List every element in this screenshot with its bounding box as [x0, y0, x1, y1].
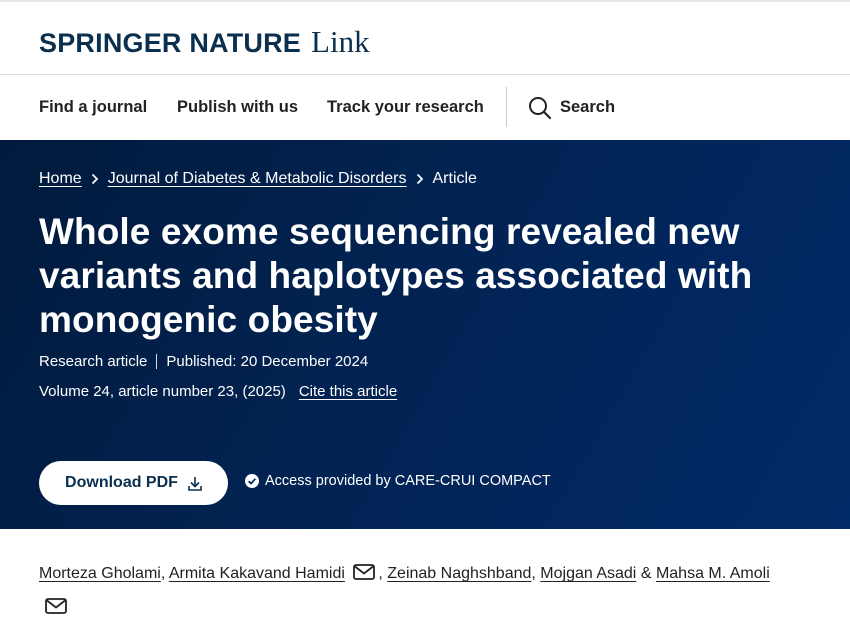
meta-separator: [156, 354, 158, 369]
author-link[interactable]: Zeinab Naghshband: [387, 565, 531, 582]
author-separator: ,: [160, 565, 166, 582]
published-date: Published: 20 December 2024: [166, 353, 369, 370]
breadcrumb-home[interactable]: Home: [39, 170, 82, 188]
nav-publish-with-us[interactable]: Publish with us: [177, 75, 298, 140]
author-separator: &: [640, 565, 652, 582]
author-link[interactable]: Morteza Gholami: [39, 565, 161, 582]
logo-wordmark: SPRINGER NATURE: [39, 28, 302, 58]
nav-track-research[interactable]: Track your research: [327, 75, 484, 140]
volume-text: Volume 24, article number 23, (2025): [39, 383, 286, 400]
access-text: Access provided by CARE-CRUI COMPACT: [265, 473, 551, 489]
download-pdf-label: Download PDF: [65, 474, 178, 491]
email-icon[interactable]: [353, 563, 376, 580]
search-button[interactable]: Search: [528, 75, 615, 140]
author-link[interactable]: Armita Kakavand Hamidi: [169, 565, 345, 582]
logo-product: Link: [311, 24, 370, 59]
main-nav: Find a journal Publish with us Track you…: [0, 75, 850, 140]
volume-info: Volume 24, article number 23, (2025) Cite…: [39, 383, 397, 400]
article-title: Whole exome sequencing revealed new vari…: [39, 211, 753, 340]
email-icon[interactable]: [45, 597, 67, 614]
nav-find-journal[interactable]: Find a journal: [39, 75, 147, 140]
breadcrumb-current: Article: [432, 170, 477, 187]
springer-nature-link-logo[interactable]: SPRINGER NATURE Link: [39, 24, 370, 60]
brand-header: SPRINGER NATURE Link: [0, 2, 850, 74]
chevron-right-icon: [91, 173, 98, 185]
search-icon: [529, 96, 552, 119]
article-type: Research article: [39, 353, 148, 370]
access-notice: Access provided by CARE-CRUI COMPACT: [245, 473, 551, 489]
chevron-right-icon: [416, 173, 423, 185]
author-separator: ,: [378, 565, 383, 582]
article-hero: Home Journal of Diabetes & Metabolic Dis…: [0, 140, 850, 529]
breadcrumb: Home Journal of Diabetes & Metabolic Dis…: [39, 170, 477, 188]
nav-separator: [506, 87, 507, 127]
author-link[interactable]: Mojgan Asadi: [540, 565, 636, 582]
check-circle-icon: [245, 474, 259, 488]
download-icon: [188, 476, 202, 491]
search-label: Search: [560, 98, 616, 116]
author-separator: ,: [531, 565, 536, 582]
article-meta: Research article Published: 20 December …: [39, 353, 368, 370]
author-list: Morteza Gholami, Armita Kakavand Hamidi …: [39, 557, 829, 623]
breadcrumb-journal[interactable]: Journal of Diabetes & Metabolic Disorder…: [108, 170, 407, 188]
author-link[interactable]: Mahsa M. Amoli: [656, 565, 770, 582]
download-pdf-button[interactable]: Download PDF: [39, 461, 228, 505]
cite-article-link[interactable]: Cite this article: [299, 383, 397, 400]
